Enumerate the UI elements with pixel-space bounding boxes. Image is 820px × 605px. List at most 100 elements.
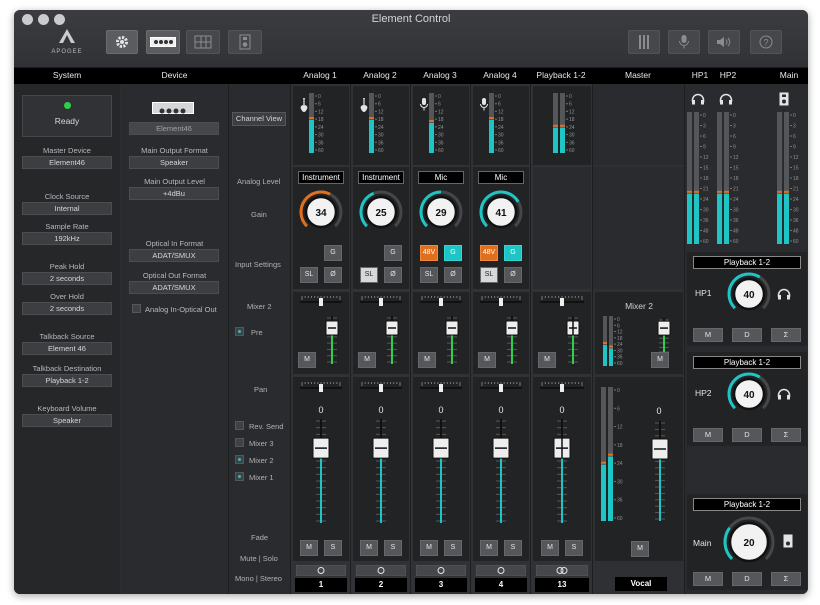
mixer2-pan-slider[interactable] bbox=[358, 295, 404, 307]
output-sum-button[interactable]: Σ bbox=[771, 572, 801, 586]
solo-button[interactable]: S bbox=[504, 540, 522, 556]
device-field-value[interactable]: ADAT/SMUX bbox=[129, 249, 219, 262]
analog-in-optical-out-checkbox[interactable] bbox=[132, 304, 141, 313]
mixer2-fader[interactable] bbox=[383, 314, 401, 366]
gain-knob[interactable]: 34 bbox=[293, 187, 349, 239]
mono-link-button[interactable] bbox=[416, 565, 466, 576]
mixer2-fader[interactable] bbox=[323, 314, 341, 366]
channel-fader[interactable] bbox=[550, 417, 574, 525]
speaker-button[interactable] bbox=[708, 30, 740, 54]
mute-button[interactable]: M bbox=[541, 540, 559, 556]
system-field-value[interactable]: 2 seconds bbox=[22, 302, 112, 315]
mixer2-fader[interactable] bbox=[564, 314, 582, 366]
input-type-selector[interactable]: Instrument bbox=[298, 171, 344, 184]
output-dim-button[interactable]: D bbox=[732, 572, 762, 586]
mute-button[interactable]: M bbox=[480, 540, 498, 556]
pan-slider[interactable] bbox=[418, 381, 464, 393]
pan-knob[interactable] bbox=[319, 384, 323, 392]
output-mute-button[interactable]: M bbox=[693, 328, 723, 342]
mixer2-pan-slider[interactable] bbox=[418, 295, 464, 307]
master-mixer2-fader[interactable] bbox=[655, 316, 673, 356]
mixer2-pan-slider[interactable] bbox=[478, 295, 524, 307]
system-field-value[interactable]: Playback 1-2 bbox=[22, 374, 112, 387]
pan-knob[interactable] bbox=[439, 298, 443, 306]
stereo-link-button[interactable] bbox=[536, 565, 588, 576]
rev-send-checkbox[interactable] bbox=[235, 421, 244, 430]
phantom-48v-button[interactable]: 48V bbox=[480, 245, 498, 261]
channel-fader[interactable] bbox=[369, 417, 393, 525]
output-volume-knob[interactable]: 40 bbox=[725, 270, 773, 318]
pan-slider[interactable] bbox=[538, 381, 586, 393]
mute-button[interactable]: M bbox=[300, 540, 318, 556]
pan-slider[interactable] bbox=[478, 381, 524, 393]
mixer2-mute-button[interactable]: M bbox=[298, 352, 316, 368]
pan-knob[interactable] bbox=[499, 298, 503, 306]
mixer2-mute-button[interactable]: M bbox=[538, 352, 556, 368]
pre-checkbox[interactable] bbox=[235, 327, 244, 336]
mixer2-mute-button[interactable]: M bbox=[358, 352, 376, 368]
mixer-view-button[interactable] bbox=[186, 30, 220, 54]
mono-link-button[interactable] bbox=[296, 565, 346, 576]
mute-button[interactable]: M bbox=[420, 540, 438, 556]
solo-button[interactable]: S bbox=[384, 540, 402, 556]
pan-knob[interactable] bbox=[379, 384, 383, 392]
soft-limit-button[interactable]: SL bbox=[300, 267, 318, 283]
mixer2-checkbox[interactable] bbox=[235, 455, 244, 464]
channel-fader[interactable] bbox=[309, 417, 333, 525]
solo-button[interactable]: S bbox=[565, 540, 583, 556]
gain-knob[interactable]: 29 bbox=[413, 187, 469, 239]
input-meters-button[interactable] bbox=[628, 30, 660, 54]
mixer2-fader[interactable] bbox=[503, 314, 521, 366]
mixer2-mute-button[interactable]: M bbox=[478, 352, 496, 368]
input-type-selector[interactable]: Instrument bbox=[358, 171, 404, 184]
system-field-value[interactable]: Element 46 bbox=[22, 342, 112, 355]
output-sum-button[interactable]: Σ bbox=[771, 428, 801, 442]
channel-fader[interactable] bbox=[489, 417, 513, 525]
output-source-selector[interactable]: Playback 1-2 bbox=[693, 498, 801, 511]
output-mute-button[interactable]: M bbox=[693, 428, 723, 442]
phantom-48v-button[interactable]: 48V bbox=[420, 245, 438, 261]
pan-knob[interactable] bbox=[439, 384, 443, 392]
output-dim-button[interactable]: D bbox=[732, 328, 762, 342]
mixer2-fader[interactable] bbox=[443, 314, 461, 366]
system-field-value[interactable]: Speaker bbox=[22, 414, 112, 427]
pan-knob[interactable] bbox=[560, 298, 564, 306]
device-field-value[interactable]: ADAT/SMUX bbox=[129, 281, 219, 294]
channel-fader[interactable] bbox=[429, 417, 453, 525]
talkback-button[interactable] bbox=[668, 30, 700, 54]
mixer2-pan-slider[interactable] bbox=[538, 295, 586, 307]
channel-view-button[interactable]: Channel View bbox=[232, 112, 286, 126]
mixer2-mute-button[interactable]: M bbox=[418, 352, 436, 368]
pan-slider[interactable] bbox=[298, 381, 344, 393]
input-type-selector[interactable]: Mic bbox=[478, 171, 524, 184]
output-view-button[interactable] bbox=[228, 30, 262, 54]
output-mute-button[interactable]: M bbox=[693, 572, 723, 586]
soft-limit-button[interactable]: SL bbox=[360, 267, 378, 283]
pan-knob[interactable] bbox=[499, 384, 503, 392]
group-button[interactable]: G bbox=[324, 245, 342, 261]
solo-button[interactable]: S bbox=[444, 540, 462, 556]
system-field-value[interactable]: 2 seconds bbox=[22, 272, 112, 285]
input-type-selector[interactable]: Mic bbox=[418, 171, 464, 184]
polarity-button[interactable]: Ø bbox=[444, 267, 462, 283]
device-field-value[interactable]: Speaker bbox=[129, 156, 219, 169]
group-button[interactable]: G bbox=[504, 245, 522, 261]
mono-link-button[interactable] bbox=[476, 565, 526, 576]
master-mute-button[interactable]: M bbox=[631, 541, 649, 557]
polarity-button[interactable]: Ø bbox=[504, 267, 522, 283]
help-button[interactable]: ? bbox=[750, 30, 782, 54]
soft-limit-button[interactable]: SL bbox=[480, 267, 498, 283]
mute-button[interactable]: M bbox=[360, 540, 378, 556]
mono-link-button[interactable] bbox=[356, 565, 406, 576]
output-source-selector[interactable]: Playback 1-2 bbox=[693, 256, 801, 269]
output-source-selector[interactable]: Playback 1-2 bbox=[693, 356, 801, 369]
polarity-button[interactable]: Ø bbox=[384, 267, 402, 283]
system-field-value[interactable]: Internal bbox=[22, 202, 112, 215]
output-volume-knob[interactable]: 20 bbox=[721, 514, 777, 570]
mixer3-checkbox[interactable] bbox=[235, 438, 244, 447]
polarity-button[interactable]: Ø bbox=[324, 267, 342, 283]
mixer1-checkbox[interactable] bbox=[235, 472, 244, 481]
device-field-value[interactable]: +4dBu bbox=[129, 187, 219, 200]
pan-knob[interactable] bbox=[560, 384, 564, 392]
output-dim-button[interactable]: D bbox=[732, 428, 762, 442]
